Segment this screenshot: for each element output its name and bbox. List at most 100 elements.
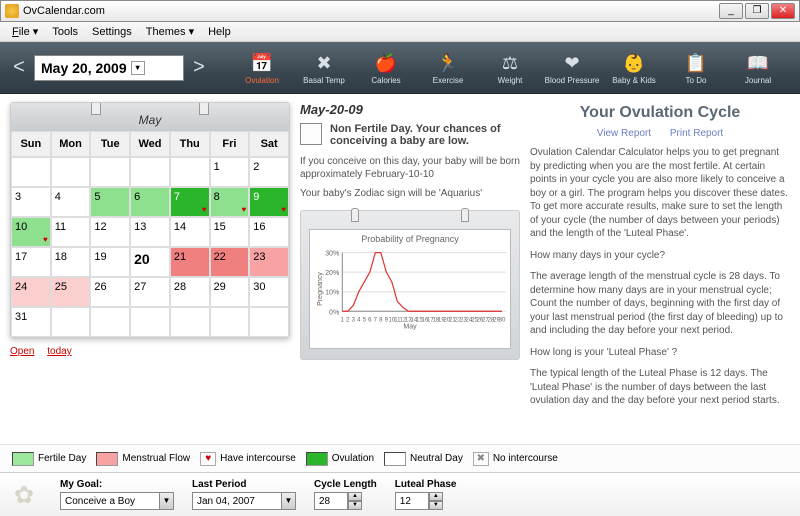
- calendar-day-cell[interactable]: 7♥: [170, 187, 210, 217]
- calendar-day-cell[interactable]: 9♥: [249, 187, 289, 217]
- calendar-day-cell[interactable]: 8♥: [210, 187, 250, 217]
- maximize-button[interactable]: ❐: [745, 3, 769, 19]
- luteal-phase-label: Luteal Phase: [395, 479, 457, 490]
- svg-text:2: 2: [346, 317, 350, 323]
- calendar-day-cell[interactable]: 27: [130, 277, 170, 307]
- flower-icon: [14, 481, 42, 509]
- menu-themes[interactable]: Themes ▾: [140, 23, 200, 40]
- zodiac-info: Your baby's Zodiac sign will be 'Aquariu…: [300, 187, 520, 200]
- svg-text:3: 3: [352, 317, 356, 323]
- svg-text:0%: 0%: [329, 309, 340, 316]
- menu-file[interactable]: File ▾: [6, 23, 44, 40]
- bottom-bar: My Goal: ▼ Last Period ▼ Cycle Length ▲▼…: [0, 472, 800, 516]
- tool-todo[interactable]: 📋To Do: [668, 50, 724, 85]
- calendar-day-cell: [170, 307, 210, 337]
- calendar-day-cell[interactable]: 20: [130, 247, 170, 277]
- svg-text:30%: 30%: [325, 251, 340, 258]
- legend-ovulation-label: Ovulation: [332, 453, 374, 464]
- calendar-day-cell[interactable]: 5: [90, 187, 130, 217]
- calendar-day-cell[interactable]: 31: [11, 307, 51, 337]
- calendar-day-cell[interactable]: 13: [130, 217, 170, 247]
- toolbar: < May 20, 2009 ▾ > 📅Ovulation✖Basal Temp…: [0, 42, 800, 94]
- goal-select[interactable]: ▼: [60, 492, 174, 510]
- todo-icon: 📋: [681, 50, 711, 76]
- calendar-day-cell[interactable]: 29: [210, 277, 250, 307]
- calendar-day-cell[interactable]: 26: [90, 277, 130, 307]
- chevron-down-icon[interactable]: ▼: [282, 492, 296, 510]
- heart-icon: ♥: [281, 205, 286, 214]
- tool-ovulation[interactable]: 📅Ovulation: [234, 50, 290, 85]
- calendar-day-cell[interactable]: 6: [130, 187, 170, 217]
- tool-calories[interactable]: 🍎Calories: [358, 50, 414, 85]
- date-picker[interactable]: May 20, 2009 ▾: [34, 55, 184, 81]
- legend-bar: Fertile Day Menstrual Flow ♥Have interco…: [0, 444, 800, 472]
- last-period-select[interactable]: ▼: [192, 492, 296, 510]
- calendar-day-cell[interactable]: 25: [51, 277, 91, 307]
- date-dropdown-icon[interactable]: ▾: [131, 61, 145, 75]
- calendar-day-cell[interactable]: 21: [170, 247, 210, 277]
- calendar-day-cell[interactable]: 2: [249, 157, 289, 187]
- heart-icon: ♥: [242, 205, 247, 214]
- calendar-day-cell[interactable]: 23: [249, 247, 289, 277]
- luteal-phase-spinner[interactable]: ▲▼: [395, 492, 457, 510]
- tool-basal[interactable]: ✖Basal Temp: [296, 50, 352, 85]
- calendar-day-cell[interactable]: 14: [170, 217, 210, 247]
- info-panel: Your Ovulation Cycle View Report Print R…: [530, 102, 790, 440]
- cycle-length-spinner[interactable]: ▲▼: [314, 492, 377, 510]
- calendar-day-cell[interactable]: 11: [51, 217, 91, 247]
- calendar-day-cell[interactable]: 10♥: [11, 217, 51, 247]
- menu-tools[interactable]: Tools: [46, 24, 84, 40]
- calendar-day-cell[interactable]: 4: [51, 187, 91, 217]
- svg-text:Pregnancy: Pregnancy: [317, 272, 324, 306]
- calendar-open-link[interactable]: Open: [10, 346, 34, 357]
- calendar-day-cell[interactable]: 1: [210, 157, 250, 187]
- calendar-day-cell[interactable]: 3: [11, 187, 51, 217]
- tool-calendar[interactable]: 🗓Calendar: [792, 50, 800, 85]
- app-icon: [5, 4, 19, 18]
- tool-bp[interactable]: ❤Blood Pressure: [544, 50, 600, 85]
- exercise-icon: 🏃: [433, 50, 463, 76]
- calendar-day-cell[interactable]: 22: [210, 247, 250, 277]
- conception-info: If you conceive on this day, your baby w…: [300, 155, 520, 181]
- chart-title: Probability of Pregnancy: [314, 234, 506, 244]
- menu-help[interactable]: Help: [202, 24, 237, 40]
- chevron-down-icon[interactable]: ▼: [160, 492, 174, 510]
- svg-text:10%: 10%: [325, 290, 340, 297]
- calendar-day-cell[interactable]: 17: [11, 247, 51, 277]
- calendar-day-cell[interactable]: 19: [90, 247, 130, 277]
- date-display: May 20, 2009: [41, 60, 127, 76]
- calendar-day-cell[interactable]: 12: [90, 217, 130, 247]
- date-prev-button[interactable]: <: [8, 53, 30, 83]
- window-title: OvCalendar.com: [23, 5, 719, 17]
- calendar-day-cell[interactable]: 16: [249, 217, 289, 247]
- bp-icon: ❤: [557, 50, 587, 76]
- tool-baby[interactable]: 👶Baby & Kids: [606, 50, 662, 85]
- calendar-day-cell: [51, 307, 91, 337]
- svg-text:1: 1: [341, 317, 345, 323]
- info-q2: How long is your 'Luteal Phase' ?: [530, 346, 790, 360]
- legend-no-icon: ✖: [473, 452, 489, 466]
- svg-text:May: May: [403, 323, 417, 330]
- view-report-link[interactable]: View Report: [597, 128, 651, 139]
- menu-settings[interactable]: Settings: [86, 24, 138, 40]
- tool-weight[interactable]: ⚖Weight: [482, 50, 538, 85]
- calendar-day-cell: [90, 157, 130, 187]
- close-button[interactable]: ✕: [771, 3, 795, 19]
- tool-exercise[interactable]: 🏃Exercise: [420, 50, 476, 85]
- calendar-day-cell[interactable]: 28: [170, 277, 210, 307]
- calendar-day-cell[interactable]: 15: [210, 217, 250, 247]
- legend-neutral-icon: [384, 452, 406, 466]
- legend-have-label: Have intercourse: [220, 453, 296, 464]
- calendar-today-link[interactable]: today: [47, 346, 71, 357]
- calendar-day-cell[interactable]: 30: [249, 277, 289, 307]
- minimize-button[interactable]: _: [719, 3, 743, 19]
- calendar-day-cell[interactable]: 24: [11, 277, 51, 307]
- spin-down-icon[interactable]: ▼: [429, 501, 443, 510]
- svg-text:7: 7: [374, 317, 378, 323]
- spin-down-icon[interactable]: ▼: [348, 501, 362, 510]
- print-report-link[interactable]: Print Report: [670, 128, 723, 139]
- date-next-button[interactable]: >: [188, 53, 210, 83]
- tool-journal[interactable]: 📖Journal: [730, 50, 786, 85]
- calendar-day-cell[interactable]: 18: [51, 247, 91, 277]
- legend-menstrual-icon: [96, 452, 118, 466]
